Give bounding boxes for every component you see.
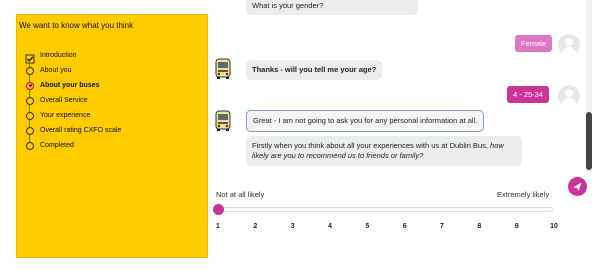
rating-tick-label[interactable]: 6	[403, 223, 407, 230]
sidebar-title: We want to know what you think	[19, 21, 134, 30]
bot-message-gender: What is your gender?	[246, 0, 418, 15]
scale-low-label: Not at all likely	[216, 190, 265, 199]
rating-tick-label[interactable]: 4	[328, 223, 332, 230]
step-circle-icon	[25, 141, 35, 151]
step-circle-icon	[25, 111, 35, 121]
user-message-gender: Female	[515, 35, 553, 52]
progress-sidebar: We want to know what you think Introduct…	[16, 14, 208, 258]
send-icon	[573, 182, 582, 191]
step-your-experience: Your experience	[25, 108, 205, 123]
rating-tick-label[interactable]: 8	[477, 223, 481, 230]
rating-tick-label[interactable]: 3	[291, 223, 295, 230]
step-about-your-buses: About your buses	[25, 78, 205, 93]
step-introduction: Introduction	[25, 48, 205, 63]
chat-scrollbar-thumb[interactable]	[586, 112, 592, 170]
rating-tick-label[interactable]: 2	[253, 223, 257, 230]
rating-slider-handle[interactable]	[212, 204, 224, 215]
bus-icon	[213, 58, 233, 80]
step-label: Overall rating CXFO scale	[40, 127, 122, 134]
check-icon	[25, 51, 35, 63]
step-circle-icon	[25, 126, 35, 136]
scale-high-label: Extremely likely	[497, 190, 550, 199]
user-avatar-icon	[558, 34, 580, 56]
rating-tick-label[interactable]: 7	[440, 223, 444, 230]
bot-message-age: Thanks - will you tell me your age?	[246, 60, 383, 80]
chat-transcript[interactable]: What is your gender? Female Thanks - wil…	[209, 0, 589, 172]
step-overall-service: Overall Service	[25, 93, 205, 108]
progress-steps: Introduction About you About your buses …	[25, 48, 205, 153]
rating-tick-label[interactable]: 1	[216, 223, 220, 230]
step-label: About you	[40, 67, 72, 74]
bus-icon	[213, 110, 233, 132]
step-label: Overall Service	[40, 97, 88, 104]
bot-message-recommend: Firstly when you think about all your ex…	[246, 136, 522, 166]
rating-slider-track[interactable]	[217, 207, 554, 212]
rating-tick-label[interactable]: 10	[550, 223, 558, 230]
step-circle-icon	[25, 96, 35, 106]
rating-tick-label[interactable]: 5	[365, 223, 369, 230]
step-label: Completed	[40, 142, 74, 149]
bot-message-no-personal-info: Great - I am not going to ask you for an…	[246, 110, 485, 132]
step-circle-icon	[25, 66, 35, 76]
step-label: Introduction	[40, 52, 77, 59]
step-label: About your buses	[40, 82, 100, 89]
chat-scrollbar[interactable]	[586, 0, 592, 172]
step-completed: Completed	[25, 138, 205, 153]
step-current-icon	[25, 81, 35, 91]
step-overall-rating: Overall rating CXFO scale	[25, 123, 205, 138]
user-message-age: 4 - 25-34	[507, 86, 550, 103]
rating-tick-label[interactable]: 9	[515, 223, 519, 230]
step-about-you: About you	[25, 63, 205, 78]
recommend-intro-text: Firstly when you think about all your ex…	[252, 141, 491, 150]
step-label: Your experience	[40, 112, 91, 119]
user-avatar-icon	[558, 85, 580, 107]
send-button[interactable]	[568, 177, 587, 196]
